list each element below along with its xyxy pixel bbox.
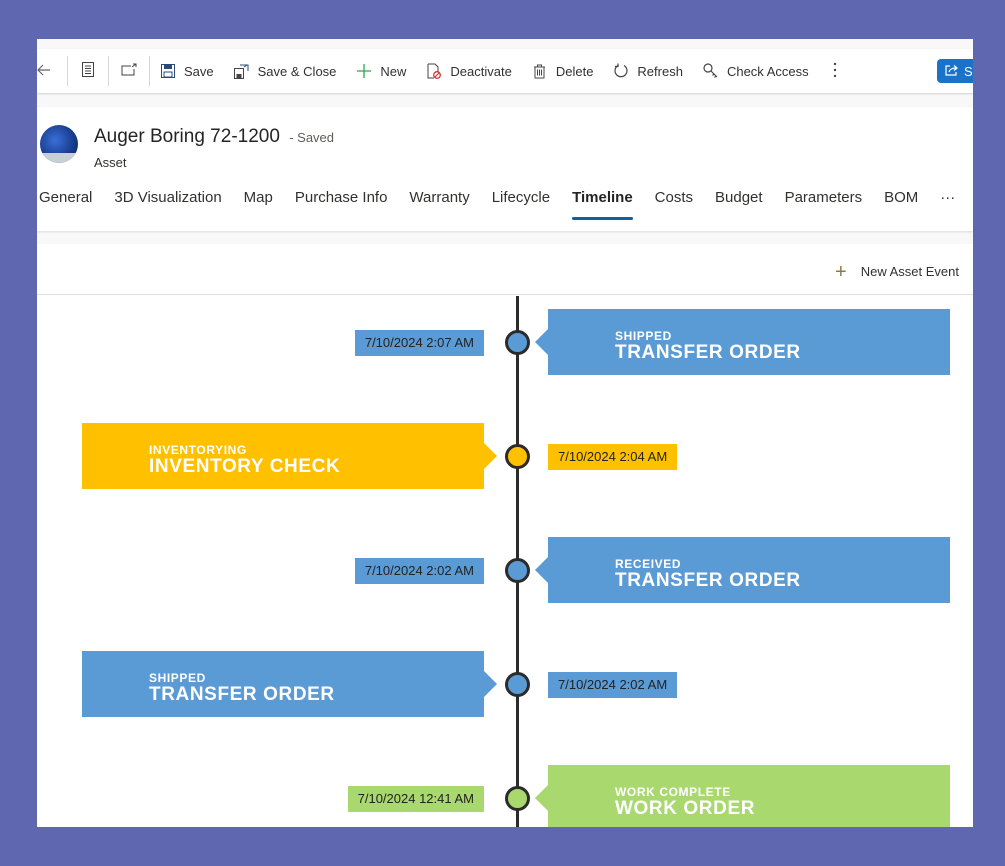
event-type: WORK ORDER	[615, 798, 756, 819]
check-access-button[interactable]: Check Access	[693, 49, 819, 93]
tab-timeline[interactable]: Timeline	[561, 187, 644, 223]
timeline-node	[505, 786, 530, 811]
tab-lifecycle[interactable]: Lifecycle	[481, 187, 561, 223]
deactivate-button[interactable]: Deactivate	[416, 49, 521, 93]
timeline-event: WORK COMPLETE WORK ORDER 7/10/2024 12:41 A…	[37, 765, 973, 827]
plus-icon	[356, 63, 372, 79]
form-view-button[interactable]	[68, 49, 108, 93]
record-header: Auger Boring 72-1200 - Saved Asset Gener…	[37, 107, 973, 231]
event-date: 7/10/2024 2:07 AM	[354, 330, 484, 356]
timeline-event: INVENTORYING INVENTORY CHECK 7/10/2024 2:0…	[37, 423, 973, 489]
key-icon	[703, 63, 719, 79]
open-in-new-window-icon	[121, 63, 137, 79]
tab-budget[interactable]: Budget	[704, 187, 774, 223]
timeline-event: RECEIVED TRANSFER ORDER 7/10/2024 2:02 AM	[37, 537, 973, 603]
asset-avatar	[40, 125, 78, 163]
event-type: TRANSFER ORDER	[149, 684, 335, 705]
trash-icon	[532, 63, 548, 79]
event-status: INVENTORYING	[149, 443, 247, 457]
event-status: WORK COMPLETE	[615, 785, 731, 799]
tab-general[interactable]: General	[37, 187, 103, 223]
timeline-toolbar: + New Asset Event	[37, 244, 973, 295]
save-and-close-button[interactable]: Save & Close	[224, 49, 347, 93]
tab-parameters[interactable]: Parameters	[774, 187, 874, 223]
tab-purchase-info[interactable]: Purchase Info	[284, 187, 399, 223]
new-label: New	[380, 63, 407, 79]
more-vertical-icon	[833, 62, 837, 81]
check-access-label: Check Access	[726, 63, 809, 79]
arrow-left-icon	[37, 64, 51, 79]
tab-warranty[interactable]: Warranty	[398, 187, 480, 223]
refresh-label: Refresh	[637, 63, 683, 79]
tab-bom[interactable]: BOM	[873, 187, 929, 223]
share-icon	[945, 64, 958, 79]
deactivate-icon	[426, 63, 442, 79]
form-tabs: General 3D Visualization Map Purchase Info W…	[37, 187, 966, 223]
plus-icon: +	[835, 260, 847, 283]
back-button[interactable]	[37, 49, 67, 93]
refresh-icon	[613, 63, 629, 79]
entity-name: Asset	[94, 155, 127, 170]
delete-label: Delete	[555, 63, 594, 79]
event-card[interactable]: WORK COMPLETE WORK ORDER	[535, 765, 950, 827]
event-card[interactable]: INVENTORYING INVENTORY CHECK	[82, 423, 497, 489]
save-close-icon	[234, 63, 250, 79]
timeline-node	[505, 444, 530, 469]
event-status: SHIPPED	[615, 329, 672, 343]
deactivate-label: Deactivate	[450, 63, 512, 79]
timeline: SHIPPED TRANSFER ORDER 7/10/2024 2:07 AM IN…	[37, 296, 973, 827]
event-date: 7/10/2024 2:02 AM	[354, 558, 484, 584]
event-status: RECEIVED	[615, 557, 682, 571]
timeline-node	[505, 672, 530, 697]
event-card[interactable]: SHIPPED TRANSFER ORDER	[535, 309, 950, 375]
save-and-close-label: Save & Close	[257, 63, 337, 79]
event-type: TRANSFER ORDER	[615, 570, 801, 591]
new-button[interactable]: New	[346, 49, 416, 93]
share-label: S	[964, 63, 973, 79]
tab-3d-visualization[interactable]: 3D Visualization	[103, 187, 232, 223]
save-button[interactable]: Save	[150, 49, 224, 93]
event-status: SHIPPED	[149, 671, 206, 685]
tab-costs[interactable]: Costs	[644, 187, 704, 223]
event-type: INVENTORY CHECK	[149, 456, 341, 477]
save-label: Save	[184, 63, 214, 79]
event-date: 7/10/2024 2:04 AM	[548, 444, 678, 470]
command-bar: Save Save & Close New Deactivate Delete	[37, 49, 973, 93]
timeline-event: SHIPPED TRANSFER ORDER 7/10/2024 2:07 AM	[37, 309, 973, 375]
more-commands-button[interactable]	[819, 49, 851, 93]
refresh-button[interactable]: Refresh	[603, 49, 693, 93]
event-date: 7/10/2024 2:02 AM	[548, 672, 678, 698]
record-name: Auger Boring 72-1200	[94, 126, 280, 147]
save-icon	[160, 63, 176, 79]
timeline-node	[505, 330, 530, 355]
open-new-window-button[interactable]	[109, 49, 149, 93]
new-asset-event-button[interactable]: + New Asset Event	[835, 260, 959, 283]
delete-button[interactable]: Delete	[522, 49, 604, 93]
tab-more[interactable]: ···	[929, 187, 966, 223]
event-card[interactable]: SHIPPED TRANSFER ORDER	[82, 651, 497, 717]
tab-map[interactable]: Map	[233, 187, 284, 223]
event-card[interactable]: RECEIVED TRANSFER ORDER	[535, 537, 950, 603]
event-type: TRANSFER ORDER	[615, 342, 801, 363]
share-button[interactable]: S	[937, 59, 973, 83]
timeline-node	[505, 558, 530, 583]
save-status: - Saved	[289, 130, 335, 145]
app-window: Save Save & Close New Deactivate Delete	[37, 39, 973, 827]
new-asset-event-label: New Asset Event	[860, 264, 959, 279]
record-title: Auger Boring 72-1200 - Saved	[94, 126, 334, 148]
timeline-event: SHIPPED TRANSFER ORDER 7/10/2024 2:02 AM	[37, 651, 973, 717]
event-date: 7/10/2024 12:41 AM	[347, 786, 484, 812]
timeline-panel: + New Asset Event SHIPPED TRANSFER ORDER 7…	[37, 244, 973, 827]
document-list-icon	[82, 62, 94, 80]
